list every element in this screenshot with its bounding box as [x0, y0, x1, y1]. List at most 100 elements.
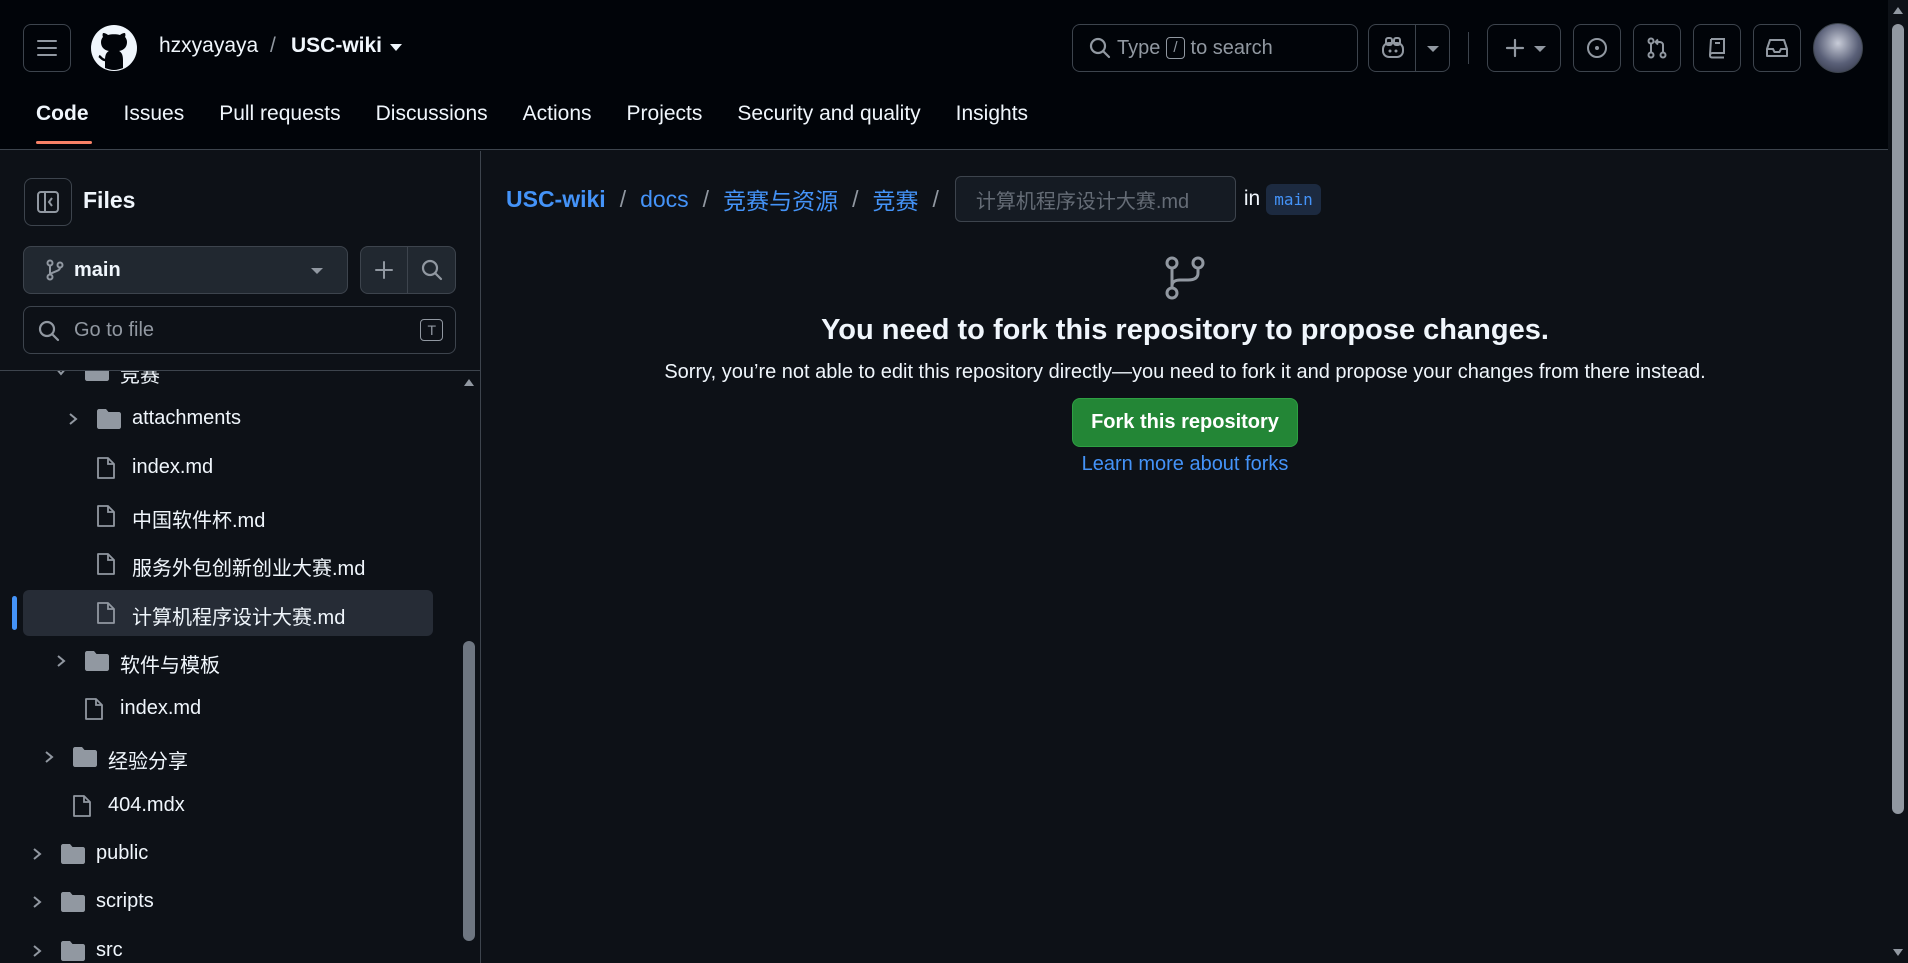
file-tree-scrollbar[interactable]: [458, 371, 480, 963]
tab-pull-requests[interactable]: Pull requests: [203, 98, 359, 144]
tab-projects[interactable]: Projects: [611, 98, 722, 144]
tab-code[interactable]: Code: [20, 98, 108, 144]
plus-icon: [375, 261, 393, 279]
github-logo-icon[interactable]: [90, 24, 138, 72]
tree-file-row[interactable]: 404.mdx: [23, 783, 433, 829]
window-scroll-thumb[interactable]: [1892, 24, 1904, 814]
add-file-button[interactable]: [360, 246, 408, 294]
copilot-divider: [1415, 25, 1416, 71]
breadcrumb-separator: /: [619, 185, 627, 212]
file-tree-scroll-thumb[interactable]: [463, 641, 475, 941]
copilot-dropdown-caret-icon[interactable]: [1427, 46, 1439, 52]
git-pull-request-icon: [1647, 37, 1667, 59]
search-icon: [421, 259, 442, 281]
tree-file-row[interactable]: 中国软件杯.md: [23, 493, 433, 539]
tab-insights[interactable]: Insights: [940, 98, 1047, 144]
tree-folder-row[interactable]: attachments: [23, 396, 433, 442]
tree-item-label: 软件与模板: [120, 655, 220, 677]
tab-issues[interactable]: Issues: [108, 98, 204, 144]
copilot-button[interactable]: [1368, 24, 1450, 72]
search-suffix-text: to search: [1190, 36, 1273, 59]
pull-requests-button[interactable]: [1633, 24, 1681, 72]
branch-code-badge: main: [1266, 183, 1321, 215]
go-to-file-shortcut-key: T: [420, 319, 443, 341]
go-to-file-placeholder: Go to file: [74, 318, 155, 341]
chevron-down-icon[interactable]: [54, 371, 68, 378]
fork-notice-title: You need to fork this repository to prop…: [821, 314, 1549, 346]
tree-item-label: 404.mdx: [108, 794, 185, 816]
tab-discussions[interactable]: Discussions: [360, 98, 507, 144]
repo-owner-link[interactable]: hzxyayaya: [159, 34, 258, 58]
go-to-file-input[interactable]: Go to file T: [23, 306, 456, 354]
repo-forked-icon: [1165, 256, 1205, 300]
tree-item-label: 服务外包创新创业大赛.md: [132, 558, 366, 580]
tree-folder-row[interactable]: 软件与模板: [23, 638, 433, 684]
sidebar-collapse-icon: [37, 191, 59, 213]
tab-actions[interactable]: Actions: [507, 98, 611, 144]
learn-more-forks-link[interactable]: Learn more about forks: [482, 453, 1888, 476]
window-scrollbar[interactable]: [1888, 0, 1908, 963]
repo-name-link[interactable]: USC-wiki: [291, 34, 382, 58]
repositories-button[interactable]: [1693, 24, 1741, 72]
branch-selector[interactable]: main: [23, 246, 348, 294]
chevron-right-icon[interactable]: [54, 654, 68, 668]
tree-file-row[interactable]: 计算机程序设计大赛.md: [23, 590, 433, 636]
sidebar-title: Files: [83, 187, 136, 213]
inbox-button[interactable]: [1753, 24, 1801, 72]
issues-button[interactable]: [1573, 24, 1621, 72]
collapse-sidebar-button[interactable]: [24, 178, 72, 226]
file-icon: [96, 601, 116, 631]
breadcrumb-separator: /: [932, 185, 939, 212]
selected-row-indicator: [12, 596, 17, 630]
in-branch-label: in: [1243, 187, 1261, 210]
chevron-right-icon[interactable]: [42, 750, 56, 764]
menu-button[interactable]: [23, 24, 71, 72]
tree-folder-row[interactable]: scripts: [23, 879, 433, 925]
file-icon: [96, 552, 116, 582]
global-header: hzxyayaya / USC-wiki Type / to search Co…: [0, 0, 1888, 150]
search-icon: [1089, 37, 1111, 59]
tree-file-row[interactable]: index.md: [23, 686, 433, 732]
global-search-input[interactable]: Type / to search: [1072, 24, 1358, 72]
repo-switcher-caret-icon[interactable]: [390, 44, 402, 51]
app-root: hzxyayaya / USC-wiki Type / to search Co…: [0, 0, 1908, 963]
tab-security-and-quality[interactable]: Security and quality: [721, 98, 939, 144]
breadcrumb-separator: /: [852, 185, 859, 212]
tree-folder-row[interactable]: 竞赛: [23, 371, 433, 394]
chevron-right-icon[interactable]: [30, 895, 44, 909]
inbox-icon: [1766, 39, 1788, 57]
tree-item-label: attachments: [132, 407, 241, 429]
tree-item-label: public: [96, 842, 149, 864]
chevron-right-icon[interactable]: [66, 412, 80, 426]
folder-icon: [84, 650, 110, 678]
tree-folder-row[interactable]: public: [23, 831, 433, 877]
fork-repository-button[interactable]: Fork this repository: [1072, 398, 1298, 447]
folder-icon: [60, 940, 86, 963]
file-tree: 竞赛 attachments index.md 中国软件杯.md 服务外包创新创业大赛.…: [0, 371, 458, 963]
folder-icon: [72, 746, 98, 774]
tree-folder-row[interactable]: src: [23, 928, 433, 963]
breadcrumb-separator: /: [702, 185, 710, 212]
file-icon: [96, 504, 116, 534]
chevron-right-icon[interactable]: [30, 847, 44, 861]
tree-item-label: 计算机程序设计大赛.md: [132, 607, 346, 629]
search-code-button[interactable]: [407, 246, 456, 294]
tree-item-label: 中国软件杯.md: [132, 510, 266, 532]
tree-folder-row[interactable]: 经验分享: [23, 734, 433, 780]
chevron-right-icon[interactable]: [30, 944, 44, 958]
file-icon: [72, 794, 92, 824]
window-scroll-down-arrow-icon[interactable]: [1893, 949, 1903, 956]
breadcrumb-competition-link[interactable]: 竞赛: [872, 182, 918, 216]
breadcrumb-repo-link[interactable]: USC-wiki: [506, 186, 606, 213]
breadcrumb-resources-link[interactable]: 竞赛与资源: [723, 182, 838, 216]
fork-notice-body: Sorry, you’re not able to edit this repo…: [664, 361, 1706, 383]
filename-input[interactable]: 计算机程序设计大赛.md: [954, 176, 1236, 222]
breadcrumb-docs-link[interactable]: docs: [640, 186, 689, 213]
tree-file-row[interactable]: index.md: [23, 445, 433, 491]
window-scroll-up-arrow-icon[interactable]: [1893, 7, 1903, 14]
scroll-up-arrow-icon[interactable]: [464, 379, 474, 386]
user-avatar[interactable]: [1813, 23, 1863, 73]
create-new-button[interactable]: [1487, 24, 1561, 72]
branch-name: main: [74, 258, 121, 281]
tree-file-row[interactable]: 服务外包创新创业大赛.md: [23, 541, 433, 587]
